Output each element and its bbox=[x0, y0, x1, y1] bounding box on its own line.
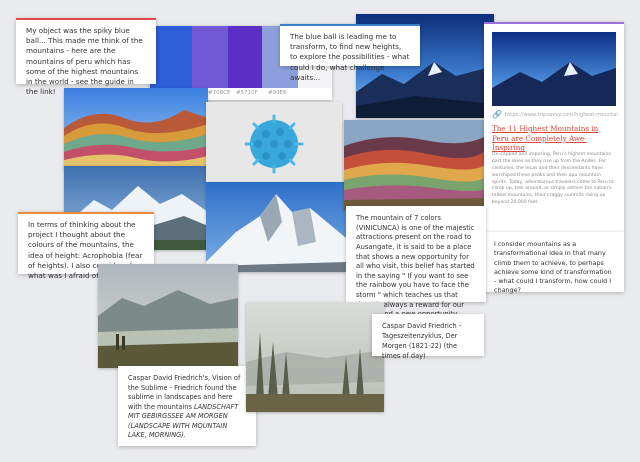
friedrich-mountain-lake-painting[interactable] bbox=[98, 264, 238, 368]
link-preview-card[interactable]: 🔗 https://www.tripsavvy.com/highest-moun… bbox=[484, 22, 624, 232]
swatch-violet bbox=[192, 26, 228, 88]
swatch-indigo bbox=[228, 26, 262, 88]
rainbow-mountain-image[interactable] bbox=[64, 88, 208, 170]
link-icon: 🔗 bbox=[492, 110, 502, 119]
friedrich-der-morgen-painting[interactable] bbox=[246, 302, 384, 412]
swatch-label: #99E6 bbox=[268, 90, 287, 96]
transform-note-text: I consider mountains as a transformation… bbox=[494, 240, 612, 295]
spiky-blue-ball-image[interactable] bbox=[206, 102, 342, 182]
friedrich-morgen-text: Caspar David Friedrich - Tageszeitenzykl… bbox=[382, 322, 462, 360]
link-title[interactable]: The 11 Highest Mountains in Peru are Com… bbox=[492, 124, 616, 153]
link-url[interactable]: https://www.tripsavvy.com/highest-mounta… bbox=[505, 112, 618, 118]
object-note[interactable]: My object was the spiky blue ball... Thi… bbox=[16, 18, 156, 96]
swatch-label: #708CE bbox=[208, 90, 231, 96]
vinicunca-image[interactable] bbox=[344, 120, 486, 210]
snow-peak-image[interactable] bbox=[206, 182, 346, 272]
swatch-label: #5710F bbox=[236, 90, 258, 96]
friedrich-vision-note[interactable]: Caspar David Friedrich's, Vision of the … bbox=[118, 366, 256, 446]
friedrich-morgen-note[interactable]: Caspar David Friedrich - Tageszeitenzykl… bbox=[372, 314, 484, 360]
object-note-text: My object was the spiky blue ball... Thi… bbox=[26, 26, 143, 97]
vinicunca-note[interactable]: The mountain of 7 colors (VINICUNCA) is … bbox=[346, 206, 486, 318]
transform-note[interactable]: I consider mountains as a transformation… bbox=[484, 232, 624, 295]
blue-ball-note[interactable]: The blue ball is leading me to transform… bbox=[280, 24, 420, 82]
link-card-image bbox=[492, 32, 616, 106]
swatch-blue bbox=[150, 26, 192, 88]
link-description: Ice-capped and imposing, Peru's highest … bbox=[492, 152, 614, 206]
link-url-row[interactable]: 🔗 https://www.tripsavvy.com/highest-moun… bbox=[492, 110, 618, 119]
